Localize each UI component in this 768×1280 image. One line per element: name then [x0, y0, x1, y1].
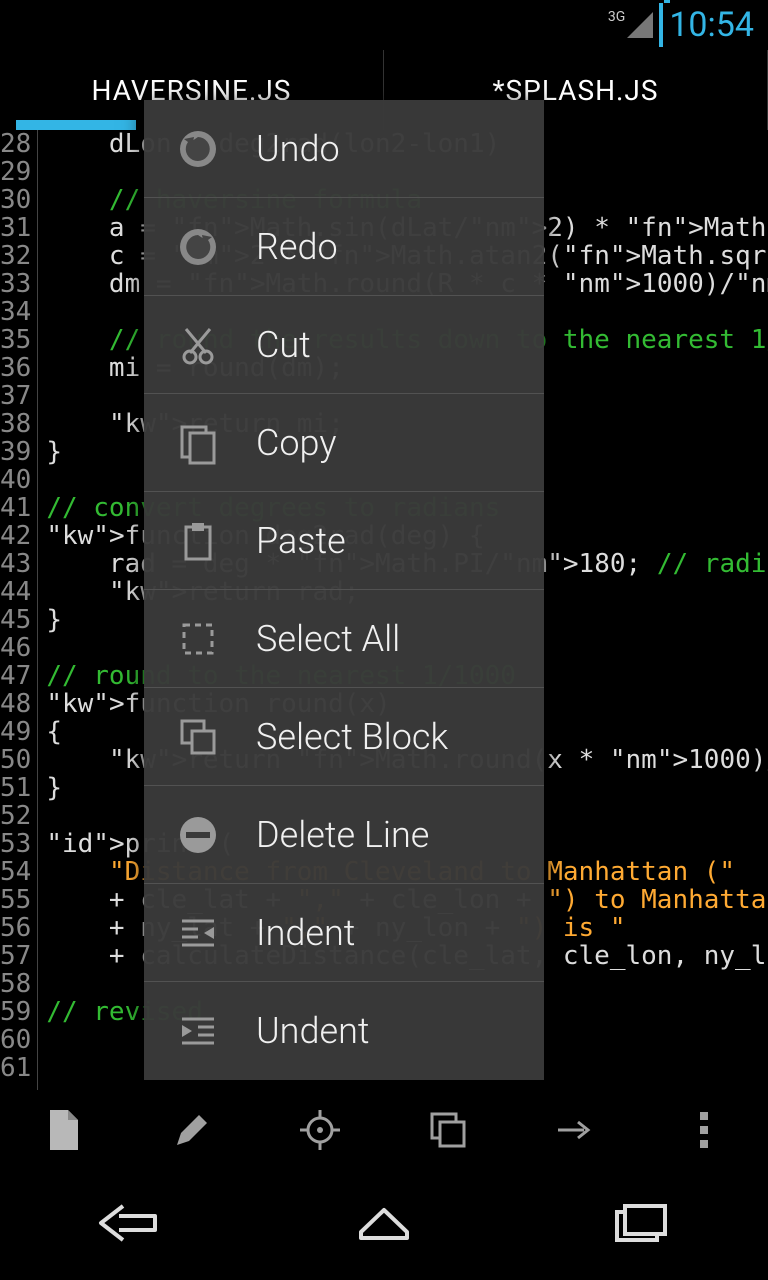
- line-number: 33: [0, 270, 31, 298]
- copy-icon: [174, 419, 222, 467]
- menu-item-label: Select Block: [256, 716, 448, 758]
- line-number: 57: [0, 942, 31, 970]
- line-number: 28: [0, 130, 31, 158]
- pencil-icon[interactable]: [168, 1106, 216, 1154]
- tab-indicator: [16, 120, 136, 130]
- line-number: 48: [0, 690, 31, 718]
- line-number: 60: [0, 1026, 31, 1054]
- line-number: 46: [0, 634, 31, 662]
- edit-context-menu: Undo Redo Cut Copy Paste Select All Select Blo…: [144, 100, 544, 1080]
- undo-icon: [174, 125, 222, 173]
- overflow-icon[interactable]: [680, 1106, 728, 1154]
- delete-line-icon: [174, 811, 222, 859]
- line-number: 45: [0, 606, 31, 634]
- menu-item-label: Paste: [256, 520, 346, 562]
- select-block-icon: [174, 713, 222, 761]
- menu-item-undo[interactable]: Undo: [144, 100, 544, 198]
- line-number: 34: [0, 298, 31, 326]
- line-number: 39: [0, 438, 31, 466]
- line-number: 56: [0, 914, 31, 942]
- line-number: 41: [0, 494, 31, 522]
- menu-item-copy[interactable]: Copy: [144, 394, 544, 492]
- menu-item-indent[interactable]: Indent: [144, 884, 544, 982]
- line-number: 30: [0, 186, 31, 214]
- statusbar: 3G 10:54: [0, 0, 768, 50]
- bottom-toolbar: [0, 1090, 768, 1170]
- navigation-bar: [0, 1170, 768, 1280]
- menu-item-label: Delete Line: [256, 814, 429, 856]
- line-number: 37: [0, 382, 31, 410]
- menu-item-delete-line[interactable]: Delete Line: [144, 786, 544, 884]
- menu-item-label: Undent: [256, 1010, 369, 1052]
- file-icon[interactable]: [40, 1106, 88, 1154]
- menu-item-redo[interactable]: Redo: [144, 198, 544, 296]
- menu-item-select-block[interactable]: Select Block: [144, 688, 544, 786]
- clock: 10:54: [669, 5, 754, 45]
- gutter: 2829303132333435363738394041424344454647…: [0, 130, 38, 1170]
- line-number: 31: [0, 214, 31, 242]
- target-icon[interactable]: [296, 1106, 344, 1154]
- menu-item-label: Select All: [256, 618, 400, 660]
- menu-item-label: Redo: [256, 226, 338, 268]
- line-number: 59: [0, 998, 31, 1026]
- line-number: 32: [0, 242, 31, 270]
- send-icon[interactable]: [552, 1106, 600, 1154]
- line-number: 49: [0, 718, 31, 746]
- home-button[interactable]: [349, 1198, 419, 1252]
- recent-button[interactable]: [605, 1198, 675, 1252]
- line-number: 58: [0, 970, 31, 998]
- network-label: 3G: [608, 9, 625, 25]
- paste-icon: [174, 517, 222, 565]
- cut-icon: [174, 321, 222, 369]
- line-number: 43: [0, 550, 31, 578]
- undent-icon: [174, 1007, 222, 1055]
- menu-item-label: Undo: [256, 128, 340, 170]
- menu-item-label: Cut: [256, 324, 311, 366]
- line-number: 38: [0, 410, 31, 438]
- line-number: 54: [0, 858, 31, 886]
- line-number: 55: [0, 886, 31, 914]
- line-number: 52: [0, 802, 31, 830]
- signal-icon: [627, 12, 653, 38]
- line-number: 50: [0, 746, 31, 774]
- line-number: 36: [0, 354, 31, 382]
- redo-icon: [174, 223, 222, 271]
- menu-item-undent[interactable]: Undent: [144, 982, 544, 1080]
- menu-item-label: Copy: [256, 422, 336, 464]
- menu-item-cut[interactable]: Cut: [144, 296, 544, 394]
- line-number: 53: [0, 830, 31, 858]
- line-number: 51: [0, 774, 31, 802]
- copy-stack-icon[interactable]: [424, 1106, 472, 1154]
- select-all-icon: [174, 615, 222, 663]
- menu-item-select-all[interactable]: Select All: [144, 590, 544, 688]
- line-number: 44: [0, 578, 31, 606]
- battery-icon: [659, 5, 663, 45]
- line-number: 29: [0, 158, 31, 186]
- menu-item-label: Indent: [256, 912, 355, 954]
- line-number: 40: [0, 466, 31, 494]
- line-number: 42: [0, 522, 31, 550]
- menu-item-paste[interactable]: Paste: [144, 492, 544, 590]
- line-number: 35: [0, 326, 31, 354]
- line-number: 47: [0, 662, 31, 690]
- indent-icon: [174, 909, 222, 957]
- back-button[interactable]: [93, 1198, 163, 1252]
- line-number: 61: [0, 1054, 31, 1082]
